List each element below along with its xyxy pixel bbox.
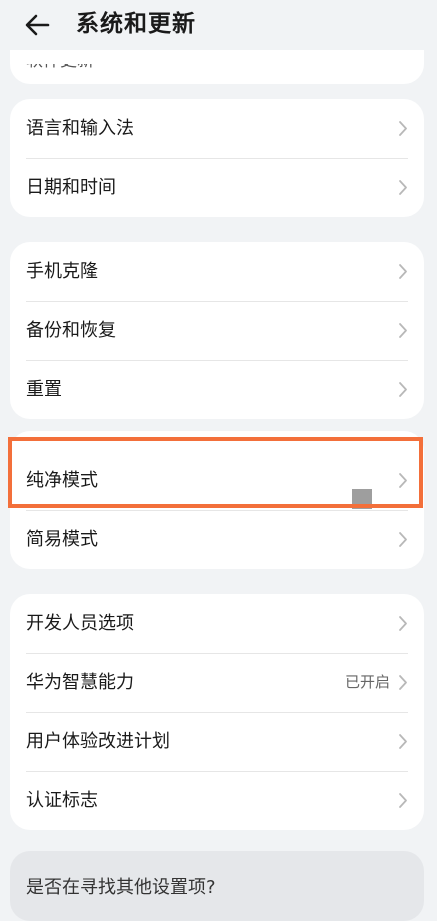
row-label: 用户体验改进计划 — [26, 731, 170, 752]
settings-row-date-time[interactable]: 日期和时间 — [10, 158, 424, 217]
chevron-right-icon — [399, 675, 407, 690]
row-label: 手机克隆 — [26, 261, 98, 282]
chevron-right-icon — [399, 382, 407, 397]
settings-row-backup-restore[interactable]: 备份和恢复 — [10, 301, 424, 360]
chevron-right-icon — [399, 734, 407, 749]
highlight-box — [8, 437, 423, 508]
settings-row-certification[interactable]: 认证标志 — [10, 771, 424, 830]
search-suggestion-label: 是否在寻找其他设置项? — [26, 877, 216, 898]
row-label: 日期和时间 — [26, 177, 116, 198]
chevron-right-icon — [399, 616, 407, 631]
settings-row-developer-options[interactable]: 开发人员选项 — [10, 594, 424, 653]
chevron-right-icon — [399, 323, 407, 338]
settings-group-advanced: 开发人员选项 华为智慧能力 已开启 用户体验改进计划 认证标志 — [10, 594, 424, 830]
row-label: 简易模式 — [26, 529, 98, 550]
back-arrow-icon[interactable] — [22, 8, 56, 42]
settings-row-user-experience[interactable]: 用户体验改进计划 — [10, 712, 424, 771]
chevron-right-icon — [399, 264, 407, 279]
search-suggestion-card[interactable]: 是否在寻找其他设置项? — [10, 851, 424, 921]
chevron-right-icon — [399, 793, 407, 808]
settings-group-backup: 手机克隆 备份和恢复 重置 — [10, 242, 424, 419]
chevron-right-icon — [399, 532, 407, 547]
app-header: 系统和更新 — [0, 0, 437, 50]
settings-row-huawei-ai[interactable]: 华为智慧能力 已开启 — [10, 653, 424, 712]
row-label: 认证标志 — [26, 790, 98, 811]
row-label: 开发人员选项 — [26, 613, 134, 634]
settings-row-simple-mode[interactable]: 简易模式 — [10, 510, 424, 569]
row-label: 重置 — [26, 379, 62, 400]
settings-group-language: 语言和输入法 日期和时间 — [10, 99, 424, 217]
row-label: 华为智慧能力 — [26, 672, 134, 693]
row-label: 语言和输入法 — [26, 118, 134, 139]
settings-row-language-input[interactable]: 语言和输入法 — [10, 99, 424, 158]
page-title: 系统和更新 — [76, 11, 196, 37]
chevron-right-icon — [399, 121, 407, 136]
chevron-right-icon — [399, 180, 407, 195]
settings-row-reset[interactable]: 重置 — [10, 360, 424, 419]
status-value: 已开启 — [344, 673, 390, 691]
row-label: 备份和恢复 — [26, 320, 116, 341]
settings-row-phone-clone[interactable]: 手机克隆 — [10, 242, 424, 301]
